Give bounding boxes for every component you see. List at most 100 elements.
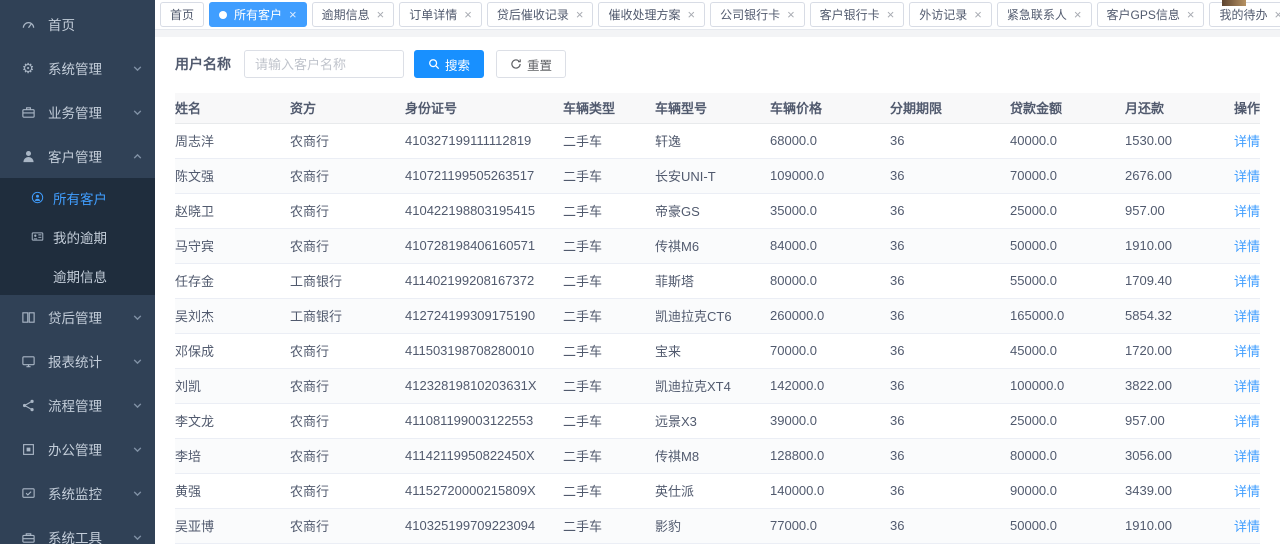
tab[interactable]: 催收处理方案 × <box>598 2 705 27</box>
table-cell-action: 详情 <box>1230 193 1260 228</box>
table-cell: 55000.0 <box>1010 263 1125 298</box>
tab-label: 所有客户 <box>234 6 282 23</box>
tab-close-icon[interactable]: × <box>887 8 895 21</box>
table-cell-action: 详情 <box>1230 368 1260 403</box>
dashboard-icon <box>20 16 36 32</box>
tab[interactable]: 外访记录× <box>909 2 992 27</box>
tab-label: 催收处理方案 <box>608 6 680 23</box>
table-cell: 36 <box>890 473 1010 508</box>
sidebar-subitem-label: 我的逾期 <box>53 227 107 247</box>
tab-close-icon[interactable]: × <box>974 8 982 21</box>
table-cell: 农商行 <box>290 508 405 543</box>
sidebar-item[interactable]: 客户管理 <box>0 134 155 178</box>
sidebar-item-label: 系统管理 <box>48 58 102 78</box>
detail-link[interactable]: 详情 <box>1234 204 1260 219</box>
table-cell: 36 <box>890 263 1010 298</box>
detail-link[interactable]: 详情 <box>1234 519 1260 534</box>
sidebar-subitem[interactable]: 所有客户 <box>0 178 155 217</box>
sidebar-item[interactable]: 首页 <box>0 2 155 46</box>
detail-link[interactable]: 详情 <box>1234 484 1260 499</box>
gear-icon: ⚙ <box>20 60 36 76</box>
app-root: 首页⚙系统管理业务管理客户管理所有客户我的逾期逾期信息贷后管理报表统计流程管理办… <box>0 0 1280 544</box>
column-header: 资方 <box>290 93 405 123</box>
detail-link[interactable]: 详情 <box>1234 449 1260 464</box>
table-cell: 410721199505263517 <box>405 158 563 193</box>
tab-close-icon[interactable]: × <box>377 8 385 21</box>
tab-label: 逾期信息 <box>322 6 370 23</box>
tab-label: 客户银行卡 <box>820 6 880 23</box>
reset-button[interactable]: 重置 <box>496 50 566 78</box>
column-header: 车辆型号 <box>655 93 770 123</box>
tab[interactable]: 客户GPS信息× <box>1097 2 1205 27</box>
sidebar-subitem[interactable]: 我的逾期 <box>0 217 155 256</box>
search-form: 用户名称 搜索 重置 <box>175 50 1260 78</box>
main-area: 首页所有客户×逾期信息×订单详情×贷后催收记录×催收处理方案×公司银行卡×客户银… <box>155 0 1280 544</box>
tab[interactable]: 客户银行卡 × <box>810 2 905 27</box>
sidebar-item[interactable]: 报表统计 <box>0 339 155 383</box>
table-cell: 41232819810203631X <box>405 368 563 403</box>
table-cell: 165000.0 <box>1010 298 1125 333</box>
sidebar-item-label: 报表统计 <box>48 351 102 371</box>
column-header: 车辆价格 <box>770 93 890 123</box>
search-input[interactable] <box>244 50 404 78</box>
table-cell: 二手车 <box>563 438 655 473</box>
process-icon <box>20 397 36 413</box>
sidebar-item[interactable]: 系统监控 <box>0 471 155 515</box>
detail-link[interactable]: 详情 <box>1234 134 1260 149</box>
table-cell: 传祺M8 <box>655 438 770 473</box>
table-cell: 109000.0 <box>770 158 890 193</box>
monitor-icon <box>20 485 36 501</box>
report-icon <box>20 353 36 369</box>
detail-link[interactable]: 详情 <box>1234 414 1260 429</box>
table-cell: 二手车 <box>563 228 655 263</box>
table-cell: 411503198708280010 <box>405 333 563 368</box>
detail-link[interactable]: 详情 <box>1234 309 1260 324</box>
tab-close-icon[interactable]: × <box>1274 8 1280 21</box>
table-cell: 3822.00 <box>1125 368 1230 403</box>
table-cell: 周志洋 <box>175 123 290 158</box>
sidebar-item[interactable]: 贷后管理 <box>0 295 155 339</box>
tab-close-icon[interactable]: × <box>687 8 695 21</box>
table-cell-action: 详情 <box>1230 228 1260 263</box>
sidebar-item[interactable]: 业务管理 <box>0 90 155 134</box>
table-row: 吴刘杰工商银行412724199309175190二手车凯迪拉克CT626000… <box>175 298 1260 333</box>
table-cell-action: 详情 <box>1230 158 1260 193</box>
sidebar-item[interactable]: 办公管理 <box>0 427 155 471</box>
detail-link[interactable]: 详情 <box>1234 344 1260 359</box>
table-cell: 长安UNI-T <box>655 158 770 193</box>
tab[interactable]: 订单详情× <box>399 2 482 27</box>
chevron-down-icon <box>132 356 143 367</box>
tab-close-icon[interactable]: × <box>787 8 795 21</box>
table-cell: 工商银行 <box>290 298 405 333</box>
table-cell: 90000.0 <box>1010 473 1125 508</box>
table-cell: 68000.0 <box>770 123 890 158</box>
detail-link[interactable]: 详情 <box>1234 379 1260 394</box>
tab-close-icon[interactable]: × <box>1074 8 1082 21</box>
sidebar-item[interactable]: 流程管理 <box>0 383 155 427</box>
tab-close-icon[interactable]: × <box>289 8 297 21</box>
table-cell: 凯迪拉克XT4 <box>655 368 770 403</box>
tab[interactable]: 贷后催收记录× <box>487 2 594 27</box>
tab-close-icon[interactable]: × <box>576 8 584 21</box>
table-cell: 二手车 <box>563 263 655 298</box>
search-button[interactable]: 搜索 <box>414 50 484 78</box>
table-cell: 957.00 <box>1125 193 1230 228</box>
sidebar-item[interactable]: 系统工具 <box>0 515 155 544</box>
detail-link[interactable]: 详情 <box>1234 169 1260 184</box>
table-cell: 1530.00 <box>1125 123 1230 158</box>
tab[interactable]: 所有客户 × <box>209 2 307 27</box>
table-cell: 411081199003122553 <box>405 403 563 438</box>
sidebar-subitem[interactable]: 逾期信息 <box>0 256 155 295</box>
tab[interactable]: 紧急联系人× <box>997 2 1092 27</box>
tab[interactable]: 首页 <box>160 2 204 27</box>
table-cell: 二手车 <box>563 403 655 438</box>
table-cell: 马守宾 <box>175 228 290 263</box>
detail-link[interactable]: 详情 <box>1234 239 1260 254</box>
tab-close-icon[interactable]: × <box>1187 8 1195 21</box>
detail-link[interactable]: 详情 <box>1234 274 1260 289</box>
table-cell: 41152720000215809X <box>405 473 563 508</box>
tab[interactable]: 逾期信息 × <box>312 2 395 27</box>
sidebar-item[interactable]: ⚙ 系统管理 <box>0 46 155 90</box>
tab[interactable]: 公司银行卡× <box>710 2 805 27</box>
tab-close-icon[interactable]: × <box>464 8 472 21</box>
